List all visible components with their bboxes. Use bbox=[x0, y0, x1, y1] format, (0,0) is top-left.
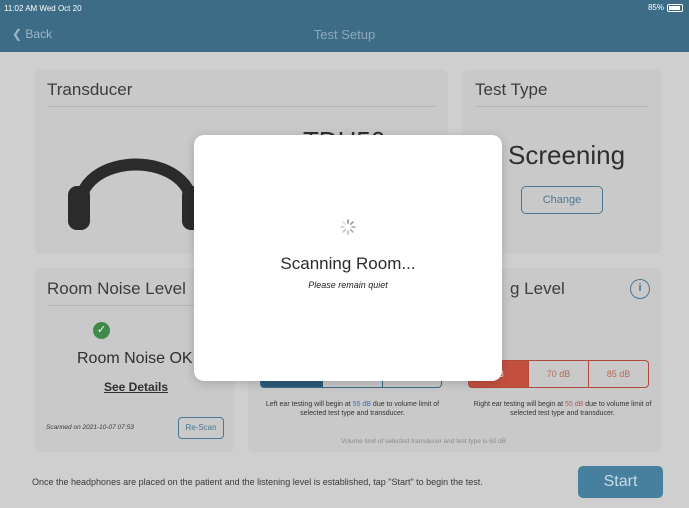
battery-indicator: 85% bbox=[648, 3, 683, 12]
status-time: 11:02 AM Wed Oct 20 bbox=[4, 4, 82, 13]
right-ear-note: Right ear testing will begin at 55 dB du… bbox=[470, 400, 655, 418]
test-type-value: Screening bbox=[508, 140, 626, 170]
start-button[interactable]: Start bbox=[578, 466, 663, 498]
info-icon[interactable]: i bbox=[630, 279, 650, 299]
room-noise-title: Room Noise Level bbox=[47, 279, 186, 298]
page-title: Test Setup bbox=[313, 27, 376, 42]
left-note-level: 55 dB bbox=[352, 401, 371, 408]
rescan-button[interactable]: Re-Scan bbox=[178, 417, 224, 439]
divider bbox=[47, 106, 435, 107]
right-ear-level-option[interactable]: 70 dB bbox=[529, 360, 589, 388]
modal-subtitle: Please remain quiet bbox=[308, 280, 388, 290]
right-note-level: 55 dB bbox=[565, 401, 584, 408]
battery-percent: 85% bbox=[647, 3, 664, 12]
modal-title: Scanning Room... bbox=[280, 254, 416, 273]
divider bbox=[475, 106, 649, 107]
room-noise-status: Room Noise OK bbox=[77, 350, 193, 367]
left-note-text: Left ear testing will begin at bbox=[265, 401, 353, 408]
see-details-link[interactable]: See Details bbox=[104, 380, 168, 394]
spinner-icon bbox=[340, 219, 356, 235]
nav-bar: ❮ Back Test Setup bbox=[0, 16, 689, 52]
battery-icon bbox=[667, 3, 683, 12]
checkmark-icon: ✓ bbox=[93, 322, 110, 339]
scanning-modal: Scanning Room... Please remain quiet bbox=[194, 135, 502, 381]
right-ear-level-option[interactable]: 85 dB bbox=[589, 360, 649, 388]
listening-level-title: g Level bbox=[510, 279, 565, 298]
scanned-timestamp: Scanned on 2021-10-07 07:53 bbox=[46, 424, 134, 431]
footer-instructions: Once the headphones are placed on the pa… bbox=[32, 477, 483, 487]
right-note-text: Right ear testing will begin at bbox=[473, 401, 566, 408]
headphones-icon bbox=[68, 158, 204, 230]
test-type-title: Test Type bbox=[475, 80, 548, 99]
status-bar: 11:02 AM Wed Oct 20 85% bbox=[0, 0, 689, 16]
change-test-type-button[interactable]: Change bbox=[521, 186, 603, 214]
transducer-title: Transducer bbox=[47, 80, 133, 99]
left-ear-note: Left ear testing will begin at 55 dB due… bbox=[265, 400, 440, 418]
volume-limit-note: Volume limit of selected transducer and … bbox=[341, 438, 507, 445]
